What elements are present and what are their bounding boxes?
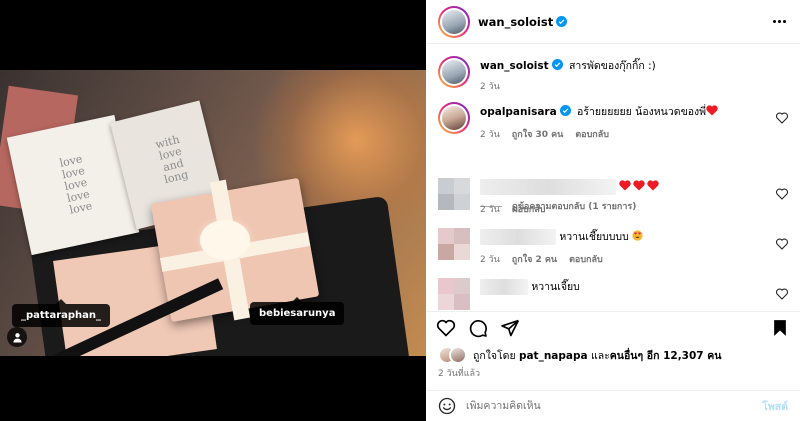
heart-icon[interactable] [436, 318, 456, 338]
comment-item: หวานเชี๊ยบบบบ 2 วัน ถูกใจ 2 คน ตอบกลับ [438, 228, 788, 266]
likes-summary: ถูกใจโดย pat_napapa และคนอื่นๆ อีก 12,30… [438, 346, 721, 364]
heart-emoji [706, 105, 718, 116]
author-avatar[interactable] [438, 5, 470, 38]
share-icon[interactable] [500, 318, 520, 338]
caption: wan_soloist สารพัดของกุ๊กกิ๊ก :) 2 วัน [438, 56, 788, 93]
heart-icon[interactable] [776, 238, 788, 250]
commenter-avatar-blurred[interactable] [438, 178, 470, 210]
user-tag-icon[interactable] [7, 327, 27, 347]
action-bar [426, 311, 800, 343]
comment-icon[interactable] [468, 318, 488, 338]
commenter-avatar-blurred[interactable] [438, 228, 470, 260]
liker-avatar[interactable] [449, 346, 467, 364]
verified-icon [556, 15, 568, 27]
commenter-username[interactable]: opalpanisara [480, 106, 557, 118]
comment-item: หวานเจี๊ยบ [438, 278, 788, 310]
user-tag-pattaraphan[interactable]: _pattaraphan_ [12, 299, 111, 327]
bookmark-icon[interactable] [770, 318, 790, 338]
add-comment-bar: โพสต์ [426, 390, 800, 421]
comment-input[interactable] [466, 400, 763, 412]
card-love-text: love love love love love [58, 152, 94, 217]
heart-emoji [619, 180, 632, 191]
post-header: wan_soloist [426, 0, 800, 44]
heart-emoji [633, 180, 646, 191]
verified-icon [551, 59, 563, 70]
post-comment-button[interactable]: โพสต์ [762, 398, 788, 415]
post-panel: wan_soloist wan_soloist สารพัดของกุ๊กกิ๊… [426, 0, 800, 421]
liker-username[interactable]: pat_napapa [519, 350, 588, 362]
comment-text: หวานเจี๊ยบ [531, 281, 580, 293]
comment-text: อร้ายยยยยย น้องหนวดของพี่ [577, 106, 707, 118]
reply-button[interactable]: ตอบกลับ [575, 127, 609, 141]
caption-age: 2 วัน [480, 82, 500, 92]
post-timestamp[interactable]: 2 วันที่แล้ว [438, 366, 480, 380]
more-icon[interactable] [771, 14, 788, 29]
comment-likes[interactable]: ถูกใจ 2 คน [512, 252, 557, 266]
heart-emoji [647, 180, 660, 191]
comment-text: หวานเชี๊ยบบบบ [559, 231, 629, 243]
emoji-icon[interactable] [438, 397, 456, 415]
reply-button[interactable]: ตอบกลับ [569, 252, 603, 266]
comment-age: 2 วัน [480, 255, 500, 265]
verified-icon [559, 105, 571, 116]
user-tag-bebiesarunya[interactable]: bebiesarunya [250, 297, 345, 325]
photo-bow [200, 220, 250, 260]
comment-age: 2 วัน [480, 205, 500, 215]
comment-item: 2 วัน ตอบกลับ [438, 178, 788, 216]
author-username[interactable]: wan_soloist [478, 15, 568, 29]
post-media[interactable]: love love love love love with love and l… [0, 0, 426, 421]
reply-button[interactable]: ตอบกลับ [512, 202, 546, 216]
heart-icon[interactable] [776, 188, 788, 200]
commenter-avatar[interactable] [438, 102, 470, 134]
heart-icon[interactable] [776, 288, 788, 300]
comment-item: opalpanisara อร้ายยยยยย น้องหนวดของพี่ 2… [438, 102, 788, 141]
heart-eyes-emoji [632, 230, 643, 241]
comments-list[interactable]: wan_soloist สารพัดของกุ๊กกิ๊ก :) 2 วัน o… [426, 45, 800, 311]
caption-avatar[interactable] [438, 56, 470, 88]
redacted-username [480, 279, 528, 295]
comment-likes[interactable]: ถูกใจ 30 คน [512, 127, 564, 141]
likes-prefix: ถูกใจโดย [473, 349, 516, 362]
redacted-username [480, 179, 616, 195]
comment-age: 2 วัน [480, 130, 500, 140]
caption-text: สารพัดของกุ๊กกิ๊ก :) [569, 60, 656, 72]
likes-middle: และ [590, 349, 610, 362]
redacted-username [480, 229, 556, 245]
commenter-avatar-blurred[interactable] [438, 278, 470, 310]
likes-others[interactable]: คนอื่นๆ อีก 12,307 คน [610, 350, 722, 362]
caption-username[interactable]: wan_soloist [480, 60, 549, 72]
heart-icon[interactable] [776, 112, 788, 124]
